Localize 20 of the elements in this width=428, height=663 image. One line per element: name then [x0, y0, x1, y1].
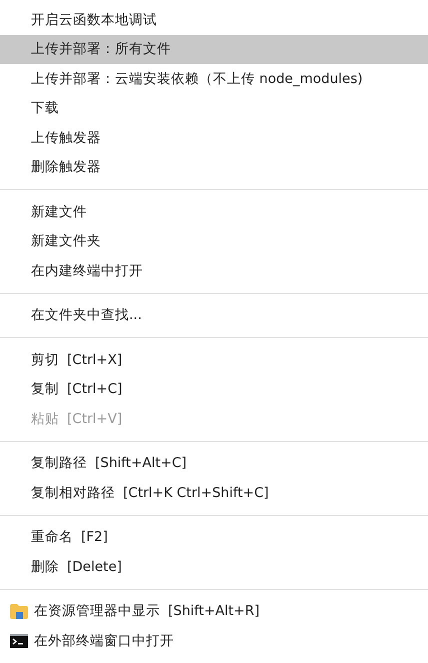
menu-item[interactable]: 复制路径 [Shift+Alt+C] — [0, 448, 428, 478]
menu-item[interactable]: 新建文件夹 — [0, 226, 428, 256]
menu-item[interactable]: 在内建终端中打开 — [0, 256, 428, 286]
menu-item[interactable]: 重命名 [F2] — [0, 522, 428, 552]
terminal-icon — [10, 634, 28, 648]
menu-item[interactable]: 复制 [Ctrl+C] — [0, 374, 428, 404]
menu-item[interactable]: 删除触发器 — [0, 152, 428, 182]
menu-item[interactable]: 新建文件 — [0, 197, 428, 226]
menu-item[interactable]: 在资源管理器中显示 [Shift+Alt+R] — [0, 596, 428, 626]
menu-item[interactable]: 复制相对路径 [Ctrl+K Ctrl+Shift+C] — [0, 478, 428, 508]
menu-item[interactable]: 上传并部署：云端安装依赖（不上传 node_modules) — [0, 64, 428, 94]
menu-item[interactable]: 在文件夹中查找... — [0, 300, 428, 330]
menu-item[interactable]: 下载 — [0, 94, 428, 123]
menu-item[interactable]: 剪切 [Ctrl+X] — [0, 345, 428, 374]
menu-item[interactable]: 在外部终端窗口中打开 — [0, 626, 428, 656]
menu-item[interactable]: 上传并部署：所有文件 — [0, 34, 428, 64]
menu-item[interactable]: 上传触发器 — [0, 123, 428, 152]
folder-icon — [10, 604, 28, 619]
menu-item[interactable]: 删除 [Delete] — [0, 552, 428, 582]
menu-item[interactable]: 开启云函数本地调试 — [0, 5, 428, 34]
